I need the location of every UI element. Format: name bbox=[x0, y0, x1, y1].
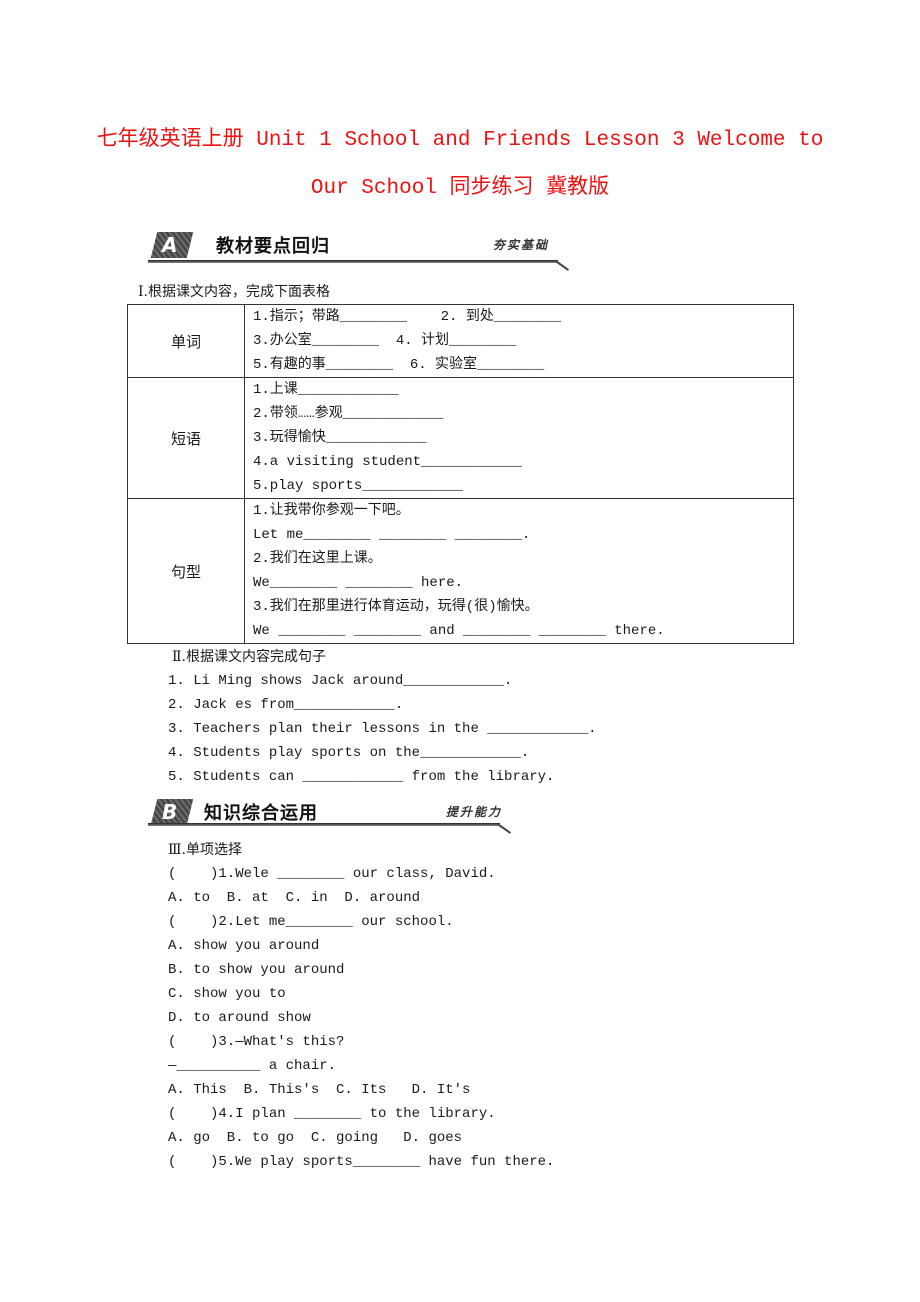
fill-in-line[interactable]: We________ ________ here. bbox=[253, 571, 793, 595]
section-a-heading: 教材要点回归 bbox=[216, 236, 330, 257]
section-a-header: A 教材要点回归 夯实基础 bbox=[148, 228, 578, 271]
fill-in-line[interactable]: 1.指示；带路________ 2. 到处________ bbox=[253, 305, 793, 329]
fill-in-line[interactable]: 4.a visiting student____________ bbox=[253, 450, 793, 474]
question-3[interactable]: ( )3.—What's this? bbox=[168, 1033, 344, 1051]
section-a-rule bbox=[148, 260, 558, 263]
sentence-item[interactable]: 3. Teachers plan their lessons in the __… bbox=[168, 720, 596, 738]
fill-in-line[interactable]: We ________ ________ and ________ ______… bbox=[253, 619, 793, 643]
fill-in-line[interactable]: 3.办公室________ 4. 计划________ bbox=[253, 329, 793, 353]
fill-in-line[interactable]: 2.带领……参观____________ bbox=[253, 402, 793, 426]
part-3-title: Ⅲ.单项选择 bbox=[168, 842, 242, 858]
question-5[interactable]: ( )5.We play sports________ have fun the… bbox=[168, 1153, 554, 1171]
prompt-line: 1.让我带你参观一下吧。 bbox=[253, 503, 410, 519]
question-2[interactable]: ( )2.Let me________ our school. bbox=[168, 913, 454, 931]
question-1-options[interactable]: A. to B. at C. in D. around bbox=[168, 889, 420, 907]
question-4[interactable]: ( )4.I plan ________ to the library. bbox=[168, 1105, 496, 1123]
question-2-option-b[interactable]: B. to show you around bbox=[168, 961, 344, 979]
row-content: 1.指示；带路________ 2. 到处________ 3.办公室_____… bbox=[244, 304, 794, 378]
section-b-rule bbox=[148, 823, 500, 826]
prompt-line: 3.我们在那里进行体育运动，玩得(很)愉快。 bbox=[253, 599, 539, 615]
fill-in-line[interactable]: 5.有趣的事________ 6. 实验室________ bbox=[253, 353, 793, 377]
sentence-item[interactable]: 1. Li Ming shows Jack around____________… bbox=[168, 672, 512, 690]
part-2-title: Ⅱ.根据课文内容完成句子 bbox=[172, 649, 326, 665]
sentence-item[interactable]: 4. Students play sports on the__________… bbox=[168, 744, 529, 762]
section-a-badge-icon: A bbox=[150, 232, 194, 258]
fill-in-line[interactable]: Let me________ ________ ________. bbox=[253, 523, 793, 547]
document-title-line-1: 七年级英语上册 Unit 1 School and Friends Lesson… bbox=[96, 129, 824, 152]
section-b-badge-icon: B bbox=[150, 799, 194, 825]
row-content: 1.让我带你参观一下吧。 Let me________ ________ ___… bbox=[244, 498, 794, 644]
section-b-rule-tail bbox=[498, 824, 512, 834]
question-3-options[interactable]: A. This B. This's C. Its D. It's bbox=[168, 1081, 470, 1099]
table-row-sentences: 句型 1.让我带你参观一下吧。 Let me________ ________ … bbox=[127, 498, 794, 644]
row-label: 单词 bbox=[127, 304, 245, 378]
section-b-heading: 知识综合运用 bbox=[204, 803, 318, 824]
table-row-phrases: 短语 1.上课____________ 2.带领……参观____________… bbox=[127, 377, 794, 499]
question-1[interactable]: ( )1.Wele ________ our class, David. bbox=[168, 865, 496, 883]
fill-in-line[interactable]: 3.玩得愉快____________ bbox=[253, 426, 793, 450]
question-2-option-d[interactable]: D. to around show bbox=[168, 1009, 311, 1027]
section-a-rule-tail bbox=[556, 261, 570, 271]
vocab-table: 单词 1.指示；带路________ 2. 到处________ 3.办公室__… bbox=[127, 304, 794, 644]
section-b-subheading: 提升能力 bbox=[446, 805, 503, 819]
section-a-subheading: 夯实基础 bbox=[493, 238, 550, 252]
question-2-option-c[interactable]: C. show you to bbox=[168, 985, 286, 1003]
fill-in-line[interactable]: 1.上课____________ bbox=[253, 378, 793, 402]
sentence-item[interactable]: 5. Students can ____________ from the li… bbox=[168, 768, 554, 786]
part-1-title: Ⅰ.根据课文内容，完成下面表格 bbox=[138, 284, 330, 300]
question-3-response[interactable]: —__________ a chair. bbox=[168, 1057, 336, 1075]
section-b-header: B 知识综合运用 提升能力 bbox=[148, 795, 528, 837]
document-title-line-2: Our School 同步练习 冀教版 bbox=[310, 177, 610, 200]
question-4-options[interactable]: A. go B. to go C. going D. goes bbox=[168, 1129, 462, 1147]
fill-in-line[interactable]: 5.play sports____________ bbox=[253, 474, 793, 498]
sentence-item[interactable]: 2. Jack es from____________. bbox=[168, 696, 403, 714]
row-label: 短语 bbox=[127, 377, 245, 499]
prompt-line: 2.我们在这里上课。 bbox=[253, 551, 382, 567]
question-2-option-a[interactable]: A. show you around bbox=[168, 937, 319, 955]
row-label: 句型 bbox=[127, 498, 245, 644]
table-row-words: 单词 1.指示；带路________ 2. 到处________ 3.办公室__… bbox=[127, 304, 794, 378]
row-content: 1.上课____________ 2.带领……参观____________ 3.… bbox=[244, 377, 794, 499]
